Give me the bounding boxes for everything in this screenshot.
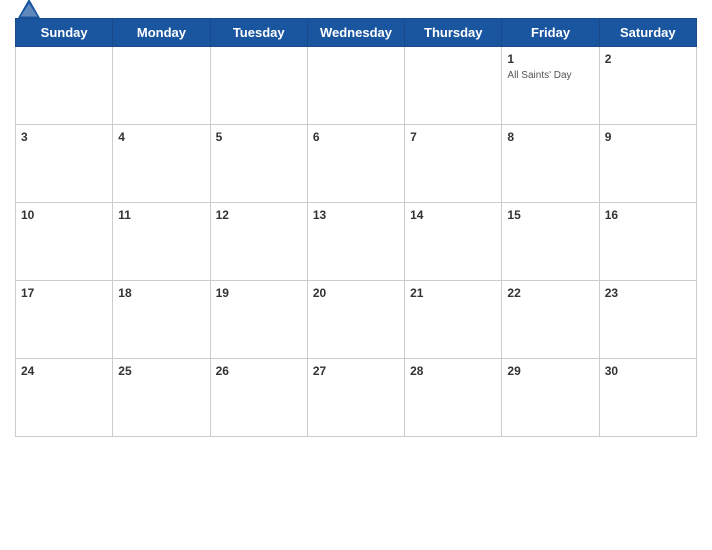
calendar-cell: 3: [16, 125, 113, 203]
calendar-cell: 6: [307, 125, 404, 203]
calendar-cell: 24: [16, 359, 113, 437]
calendar-container: Sunday Monday Tuesday Wednesday Thursday…: [0, 0, 712, 550]
calendar-week-row: 10 11 12 13 14 15 16: [16, 203, 697, 281]
calendar-cell: 26: [210, 359, 307, 437]
logo: [15, 0, 45, 24]
calendar-thead: Sunday Monday Tuesday Wednesday Thursday…: [16, 19, 697, 47]
calendar-cell: [307, 47, 404, 125]
event-label: All Saints' Day: [507, 70, 593, 81]
day-number: 24: [21, 364, 34, 378]
header-tuesday: Tuesday: [210, 19, 307, 47]
day-number: 12: [216, 208, 229, 222]
calendar-table: Sunday Monday Tuesday Wednesday Thursday…: [15, 18, 697, 437]
calendar-cell: 5: [210, 125, 307, 203]
calendar-cell: [405, 47, 502, 125]
calendar-cell: 14: [405, 203, 502, 281]
day-number: 28: [410, 364, 423, 378]
header-wednesday: Wednesday: [307, 19, 404, 47]
calendar-cell: [210, 47, 307, 125]
header-thursday: Thursday: [405, 19, 502, 47]
calendar-cell: 15: [502, 203, 599, 281]
calendar-week-row: 24 25 26 27 28 29 30: [16, 359, 697, 437]
day-number: 4: [118, 130, 125, 144]
calendar-cell: 23: [599, 281, 696, 359]
header-saturday: Saturday: [599, 19, 696, 47]
day-number: 8: [507, 130, 514, 144]
day-number: 18: [118, 286, 131, 300]
day-number: 22: [507, 286, 520, 300]
weekday-header-row: Sunday Monday Tuesday Wednesday Thursday…: [16, 19, 697, 47]
day-number: 27: [313, 364, 326, 378]
day-number: 6: [313, 130, 320, 144]
day-number: 10: [21, 208, 34, 222]
calendar-cell: 1 All Saints' Day: [502, 47, 599, 125]
calendar-cell: 29: [502, 359, 599, 437]
calendar-cell: [16, 47, 113, 125]
calendar-cell: 2: [599, 47, 696, 125]
calendar-cell: 12: [210, 203, 307, 281]
calendar-cell: 10: [16, 203, 113, 281]
day-number: 13: [313, 208, 326, 222]
day-number: 3: [21, 130, 28, 144]
calendar-week-row: 17 18 19 20 21 22 23: [16, 281, 697, 359]
day-number: 11: [118, 208, 131, 222]
calendar-cell: 27: [307, 359, 404, 437]
calendar-cell: 4: [113, 125, 210, 203]
header-monday: Monday: [113, 19, 210, 47]
calendar-cell: 16: [599, 203, 696, 281]
calendar-cell: 28: [405, 359, 502, 437]
calendar-body: 1All Saints' Day234567891011121314151617…: [16, 47, 697, 437]
day-number: 30: [605, 364, 618, 378]
day-number: 26: [216, 364, 229, 378]
day-number: 25: [118, 364, 131, 378]
calendar-cell: 11: [113, 203, 210, 281]
day-number: 20: [313, 286, 326, 300]
calendar-week-row: 3 4 5 6 7 8 9: [16, 125, 697, 203]
day-number: 5: [216, 130, 223, 144]
calendar-cell: 20: [307, 281, 404, 359]
day-number: 15: [507, 208, 520, 222]
day-number: 19: [216, 286, 229, 300]
calendar-cell: [113, 47, 210, 125]
day-number: 17: [21, 286, 34, 300]
day-number: 7: [410, 130, 417, 144]
header-friday: Friday: [502, 19, 599, 47]
calendar-cell: 13: [307, 203, 404, 281]
day-number: 9: [605, 130, 612, 144]
calendar-cell: 8: [502, 125, 599, 203]
calendar-cell: 30: [599, 359, 696, 437]
calendar-week-row: 1 All Saints' Day 2: [16, 47, 697, 125]
calendar-cell: 19: [210, 281, 307, 359]
calendar-cell: 21: [405, 281, 502, 359]
day-number: 23: [605, 286, 618, 300]
day-number: 16: [605, 208, 618, 222]
calendar-cell: 7: [405, 125, 502, 203]
calendar-cell: 17: [16, 281, 113, 359]
calendar-cell: 22: [502, 281, 599, 359]
calendar-cell: 25: [113, 359, 210, 437]
calendar-cell: 9: [599, 125, 696, 203]
day-number: 21: [410, 286, 423, 300]
day-number: 2: [605, 52, 612, 66]
day-number: 14: [410, 208, 423, 222]
calendar-cell: 18: [113, 281, 210, 359]
day-number: 29: [507, 364, 520, 378]
logo-icon: [15, 0, 43, 24]
day-number: 1: [507, 52, 514, 66]
